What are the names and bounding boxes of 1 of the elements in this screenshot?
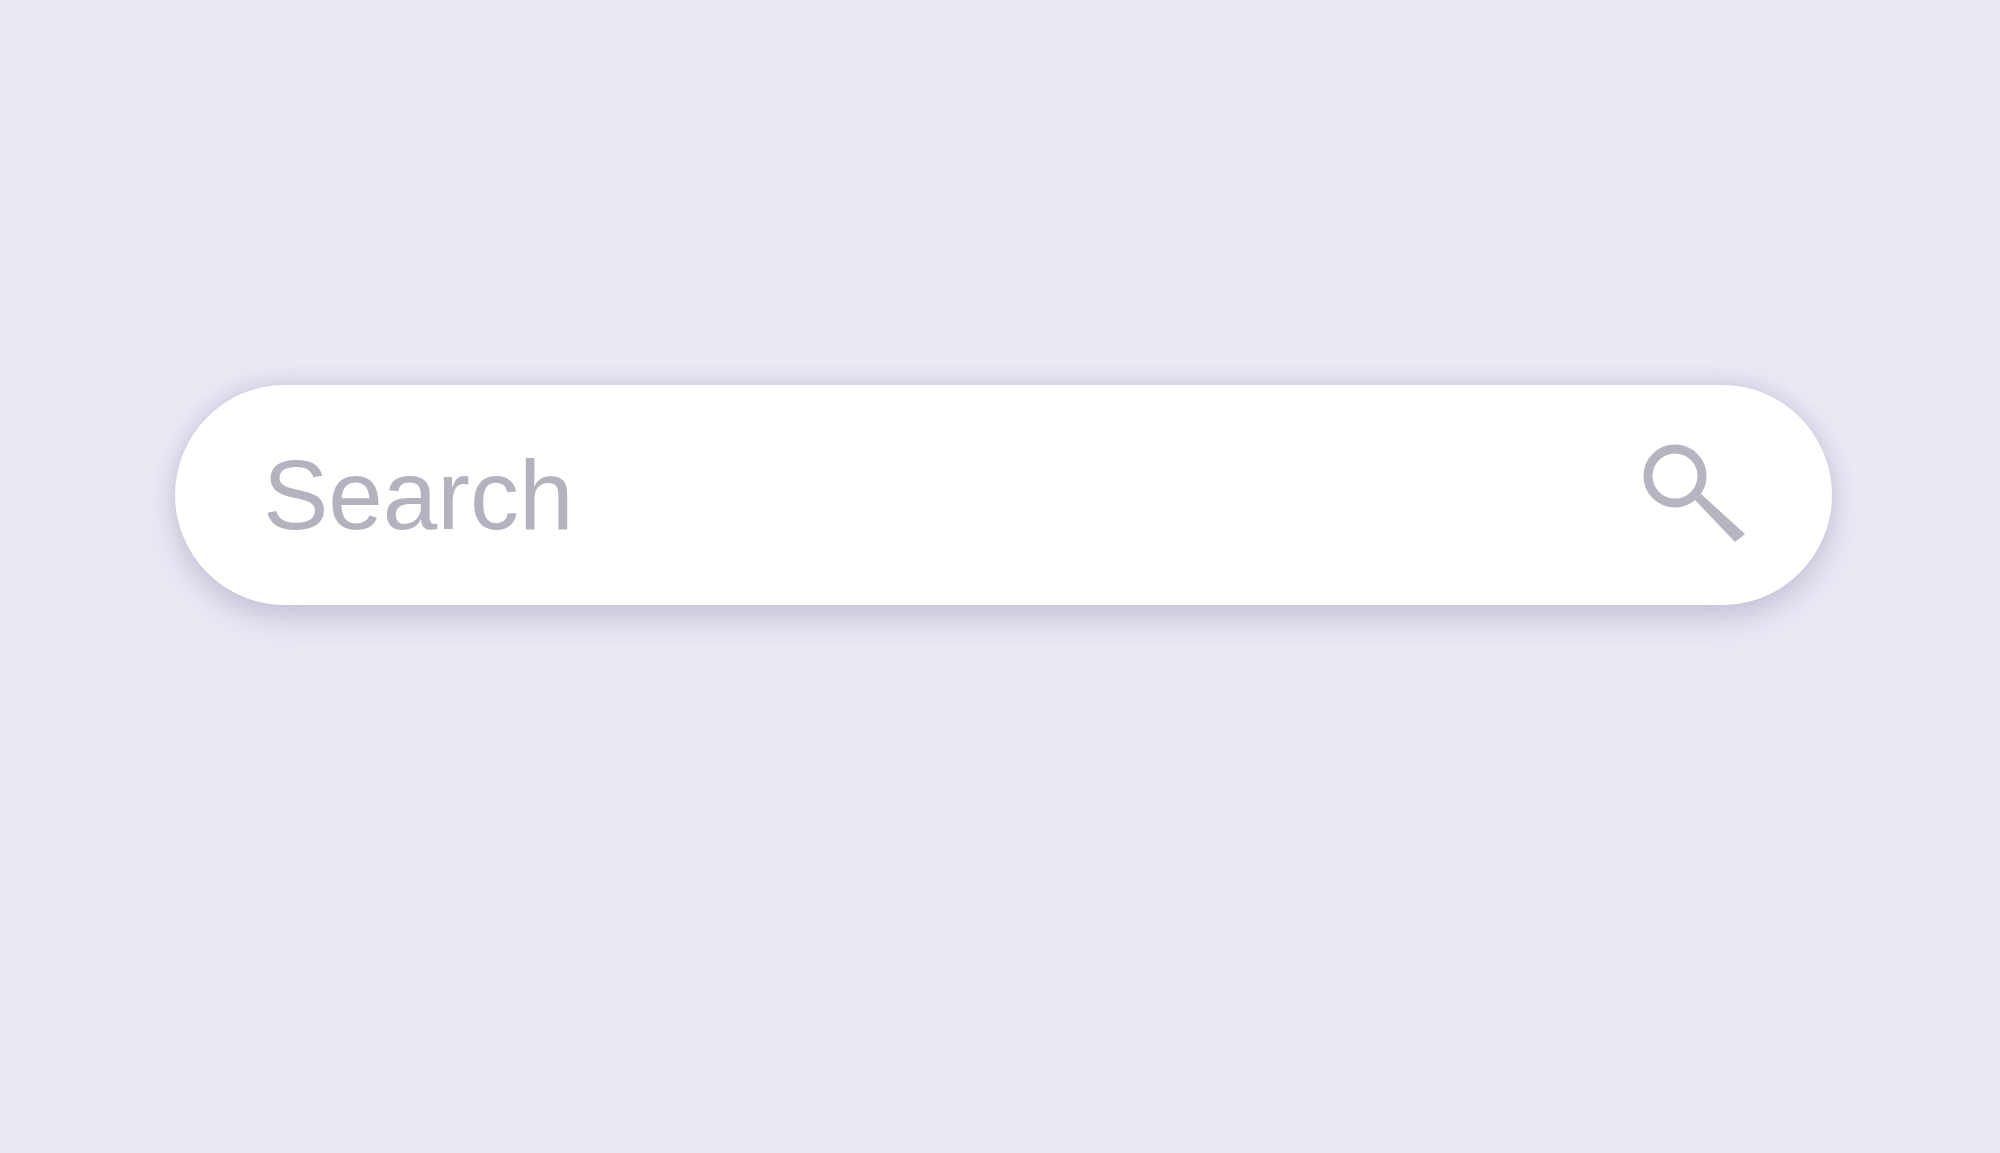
search-field[interactable]: Search [175,385,1832,605]
